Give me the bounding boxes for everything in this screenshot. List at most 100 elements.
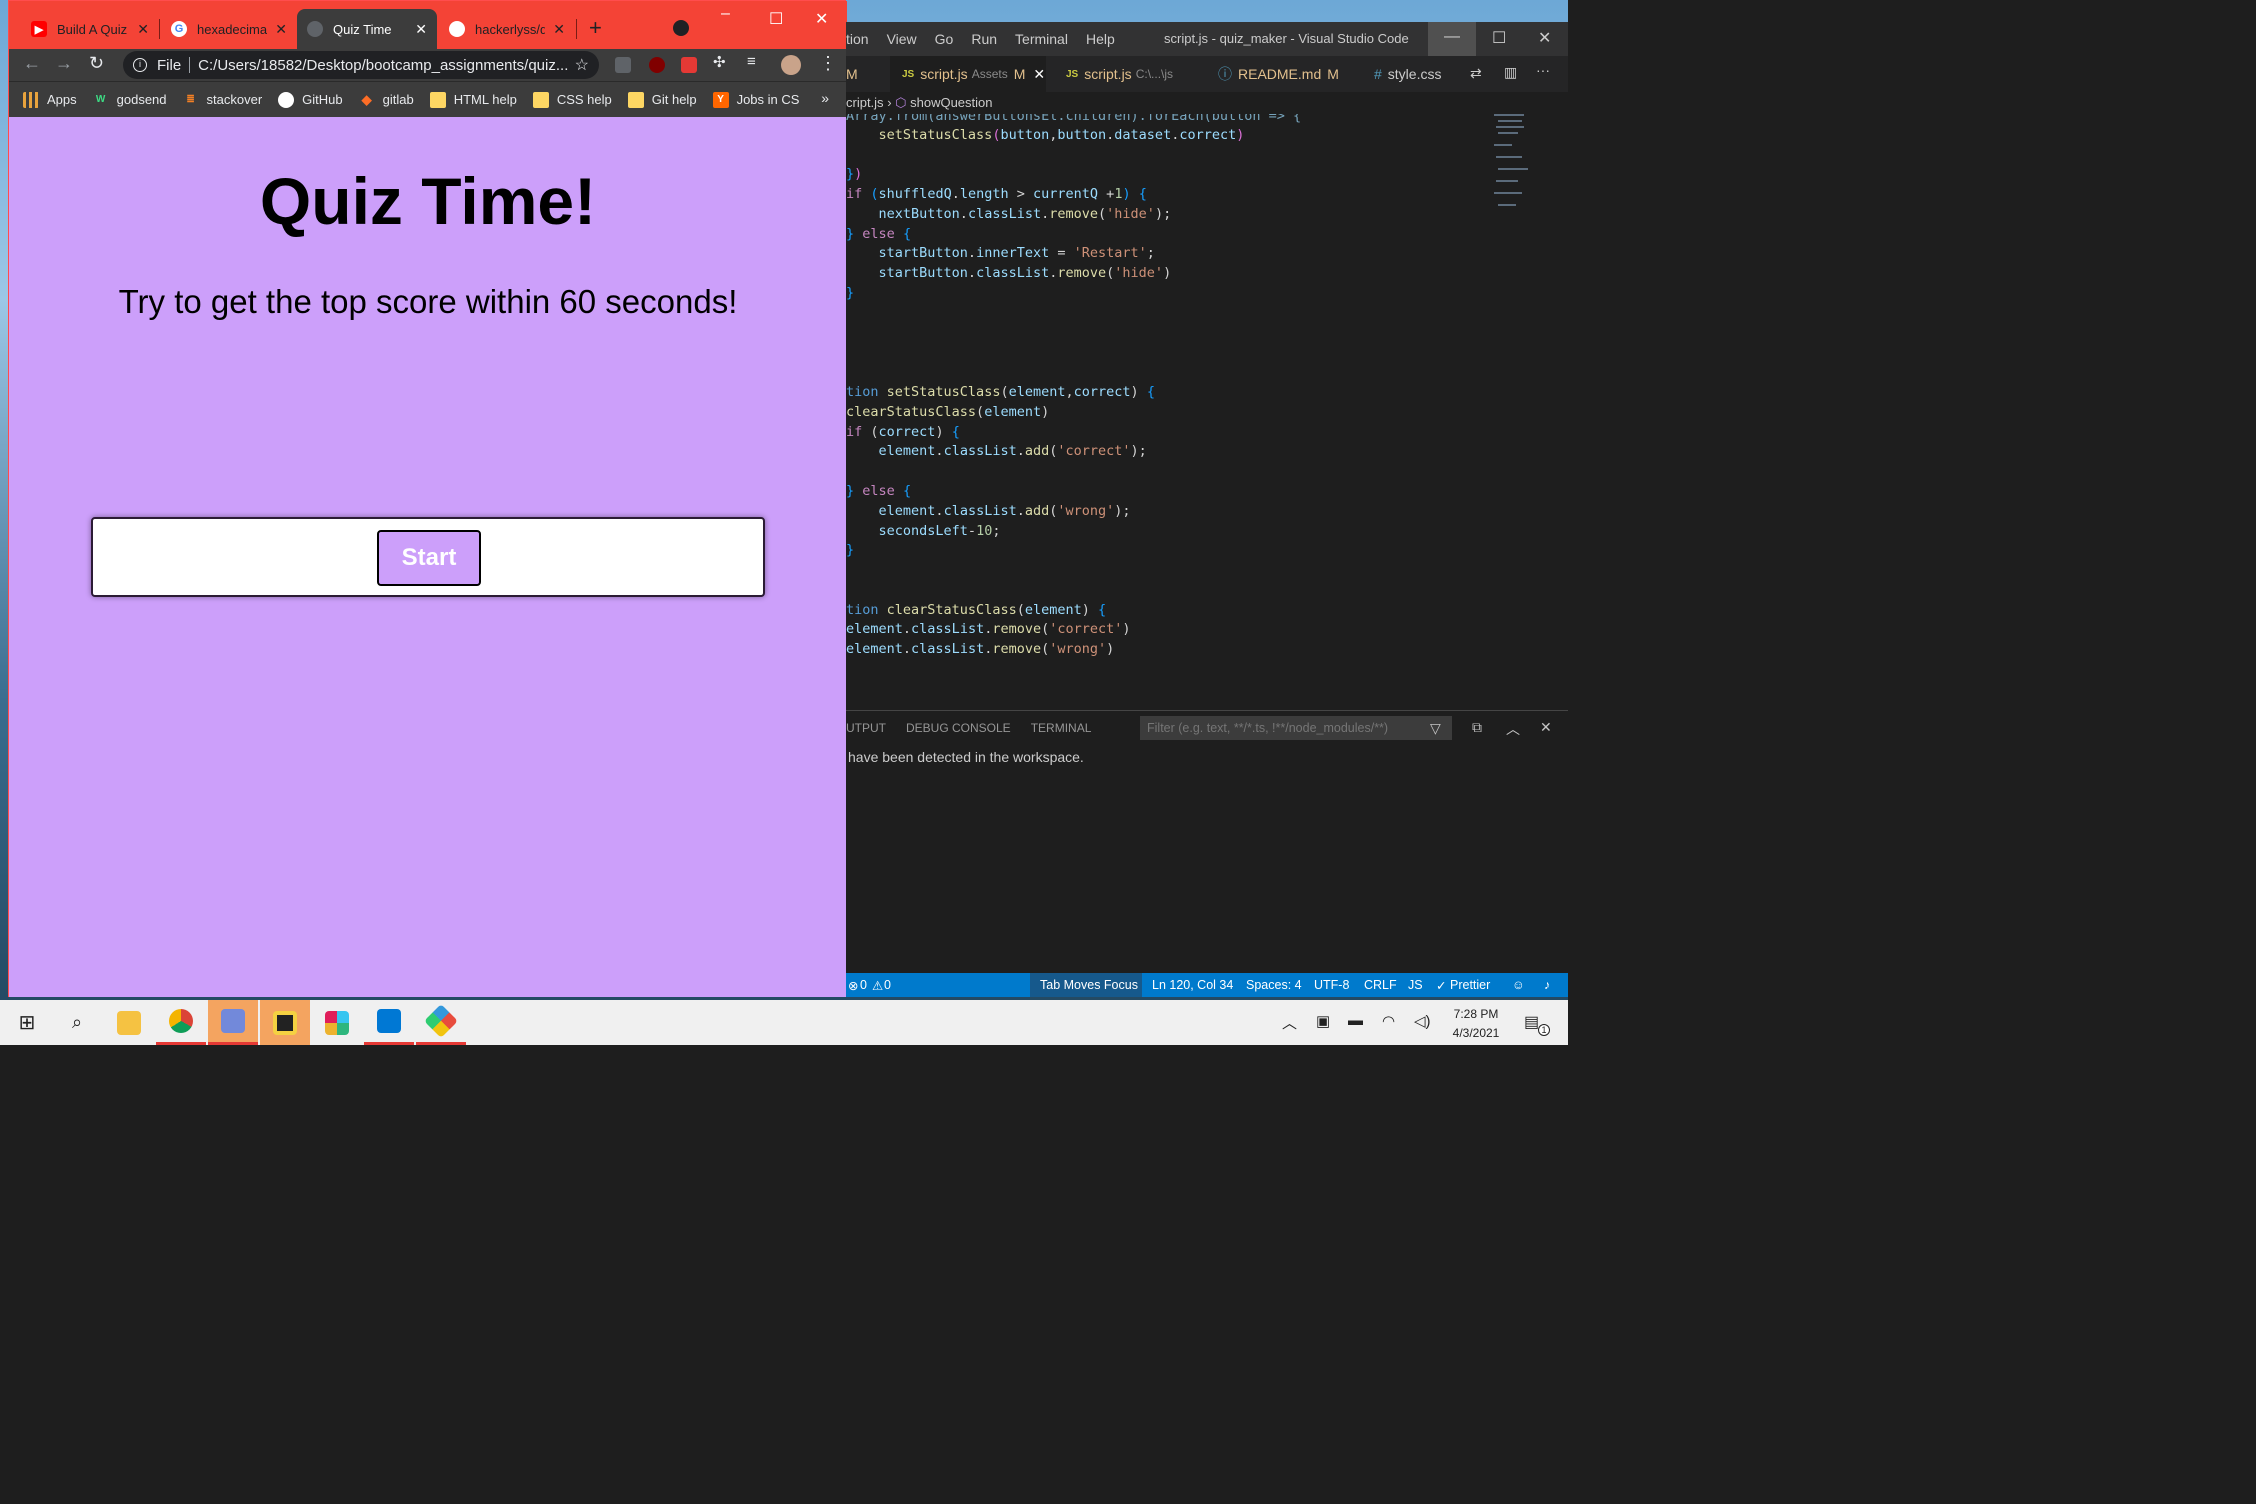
maximize-icon[interactable]: ☐: [1492, 28, 1506, 48]
taskbar-gitkraken[interactable]: [416, 1000, 466, 1045]
bookmark-godsend[interactable]: W godsend: [93, 92, 167, 108]
system-clock[interactable]: 7:28 PM 4/3/2021: [1440, 1005, 1512, 1043]
language-mode[interactable]: JS: [1408, 978, 1423, 992]
tab-script-js-js[interactable]: JS script.js C:\...\js: [1054, 56, 1194, 92]
search-button[interactable]: ⌕: [52, 1000, 102, 1045]
chevron-up-icon[interactable]: ︿: [1506, 719, 1520, 739]
bookmark-css-help[interactable]: CSS help: [532, 91, 612, 108]
close-icon[interactable]: ✕: [1033, 66, 1045, 83]
taskbar-discord[interactable]: [208, 1000, 258, 1045]
ublock-extension-icon[interactable]: [649, 57, 665, 73]
bookmarks-overflow-icon[interactable]: »: [821, 90, 829, 106]
tab-output[interactable]: UTPUT: [846, 721, 886, 735]
tab-debug-console[interactable]: DEBUG CONSOLE: [906, 721, 1011, 735]
bookmark-git-help[interactable]: Git help: [627, 91, 697, 108]
taskbar-slack[interactable]: [312, 1000, 362, 1045]
tab-style-css[interactable]: # style.css: [1362, 56, 1452, 92]
kebab-menu-icon[interactable]: ⋮: [819, 53, 837, 74]
code-line: secondsLeft-10;: [878, 523, 1001, 539]
chevron-up-icon[interactable]: ︿: [1282, 1012, 1297, 1033]
bookmark-apps[interactable]: Apps: [23, 91, 77, 108]
close-window-icon[interactable]: ✕: [1538, 28, 1551, 48]
more-actions-icon[interactable]: ···: [1536, 62, 1550, 78]
tab-script-js-assets[interactable]: JS script.js Assets M ✕: [890, 56, 1046, 92]
avatar[interactable]: [781, 55, 801, 75]
minimize-icon[interactable]: –: [721, 5, 730, 23]
prettier-status[interactable]: Prettier: [1450, 978, 1490, 992]
bookmark-html-help[interactable]: HTML help: [429, 91, 517, 108]
menu-view[interactable]: View: [887, 31, 917, 47]
battery-icon[interactable]: ▬: [1348, 1012, 1363, 1029]
problems-count[interactable]: 0: [860, 978, 867, 992]
extensions-puzzle-icon[interactable]: ✣: [713, 53, 726, 71]
taskbar-file-explorer[interactable]: [104, 1000, 154, 1045]
notification-icon[interactable]: ▤: [1524, 1012, 1539, 1032]
problems-icon[interactable]: ⊗: [848, 978, 858, 993]
restore-panel-icon[interactable]: ⧉: [1472, 719, 1482, 736]
encoding[interactable]: UTF-8: [1314, 978, 1349, 992]
line-ending[interactable]: CRLF: [1364, 978, 1397, 992]
tab-hackerlyss[interactable]: hackerlyss/qu ✕: [439, 9, 575, 49]
meet-now-icon[interactable]: ▣: [1316, 1012, 1330, 1030]
screencast-extension-icon[interactable]: [681, 57, 697, 73]
volume-icon[interactable]: ◁): [1414, 1012, 1431, 1030]
menu-terminal[interactable]: Terminal: [1015, 31, 1068, 47]
close-icon[interactable]: ✕: [137, 21, 149, 38]
tab-readme[interactable]: ⓘ README.md M: [1206, 56, 1346, 92]
media-control-icon[interactable]: ≡: [747, 53, 756, 70]
minimize-icon[interactable]: —: [1444, 28, 1460, 46]
cursor-position[interactable]: Ln 120, Col 34: [1152, 978, 1233, 992]
taskbar-sticky-notes[interactable]: [260, 1000, 310, 1045]
bookmark-stackover[interactable]: ≣ stackover: [183, 92, 263, 108]
back-icon[interactable]: ←: [23, 53, 41, 74]
tab-partial[interactable]: M: [846, 56, 886, 92]
panel-filter-input[interactable]: [1140, 716, 1452, 740]
tab-moves-focus[interactable]: Tab Moves Focus: [1040, 978, 1138, 992]
bell-icon[interactable]: ♪: [1544, 978, 1550, 992]
warnings-count[interactable]: 0: [884, 978, 891, 992]
bookmark-star-icon[interactable]: ☆: [575, 55, 589, 75]
breadcrumb-symbol[interactable]: showQuestion: [910, 95, 992, 110]
bookmark-jobs-in-cs[interactable]: Y Jobs in CS: [712, 91, 799, 108]
tab-name: style.css: [1387, 66, 1442, 82]
menu-go[interactable]: Go: [935, 31, 954, 47]
pocket-extension-icon[interactable]: [615, 57, 631, 73]
sticky-notes-icon: [273, 1010, 297, 1035]
start-button[interactable]: ⊞: [2, 1000, 52, 1045]
indentation[interactable]: Spaces: 4: [1246, 978, 1302, 992]
bookmark-github[interactable]: GitHub: [278, 91, 343, 108]
menu-help[interactable]: Help: [1086, 31, 1115, 47]
tab-quiz-time[interactable]: Quiz Time ✕: [297, 9, 437, 49]
taskbar-chrome[interactable]: [156, 1000, 206, 1045]
maximize-icon[interactable]: ☐: [769, 9, 783, 29]
new-tab-button[interactable]: +: [589, 15, 602, 41]
feedback-icon[interactable]: ☺: [1512, 978, 1525, 992]
code-editor[interactable]: Array.from(answerButtonsEl.children).for…: [846, 114, 1490, 704]
tab-build-a-quiz[interactable]: ▶ Build A Quiz ✕: [21, 9, 159, 49]
tab-hexadecimal[interactable]: G hexadecimal ✕: [161, 9, 297, 49]
bookmark-label: stackover: [206, 92, 263, 107]
close-icon[interactable]: ✕: [415, 21, 427, 38]
wifi-icon[interactable]: ◠: [1382, 1012, 1395, 1030]
forward-icon[interactable]: →: [55, 53, 73, 74]
breadcrumb-file[interactable]: cript.js: [846, 95, 884, 110]
reload-icon[interactable]: ↻: [89, 53, 104, 74]
bookmark-gitlab[interactable]: ◆ gitlab: [359, 92, 414, 108]
taskbar-vscode[interactable]: [364, 1000, 414, 1045]
close-icon[interactable]: ✕: [275, 21, 287, 38]
close-window-icon[interactable]: ✕: [815, 9, 828, 29]
start-button[interactable]: Start: [377, 530, 481, 586]
tab-search-icon[interactable]: [673, 20, 689, 36]
address-bar[interactable]: i File C:/Users/18582/Desktop/bootcamp_a…: [123, 51, 599, 79]
menu-run[interactable]: Run: [971, 31, 997, 47]
tab-terminal[interactable]: TERMINAL: [1031, 721, 1092, 735]
split-editor-icon[interactable]: ▥: [1504, 64, 1517, 81]
info-icon[interactable]: i: [133, 58, 147, 72]
minimap[interactable]: [1494, 114, 1558, 224]
menu-selection[interactable]: tion: [846, 31, 869, 47]
diamond-app-icon: [424, 1004, 458, 1038]
close-panel-icon[interactable]: ✕: [1540, 719, 1552, 736]
close-icon[interactable]: ✕: [553, 21, 565, 38]
filter-icon[interactable]: ▽: [1430, 720, 1441, 737]
compare-changes-icon[interactable]: ⇄: [1470, 65, 1482, 82]
